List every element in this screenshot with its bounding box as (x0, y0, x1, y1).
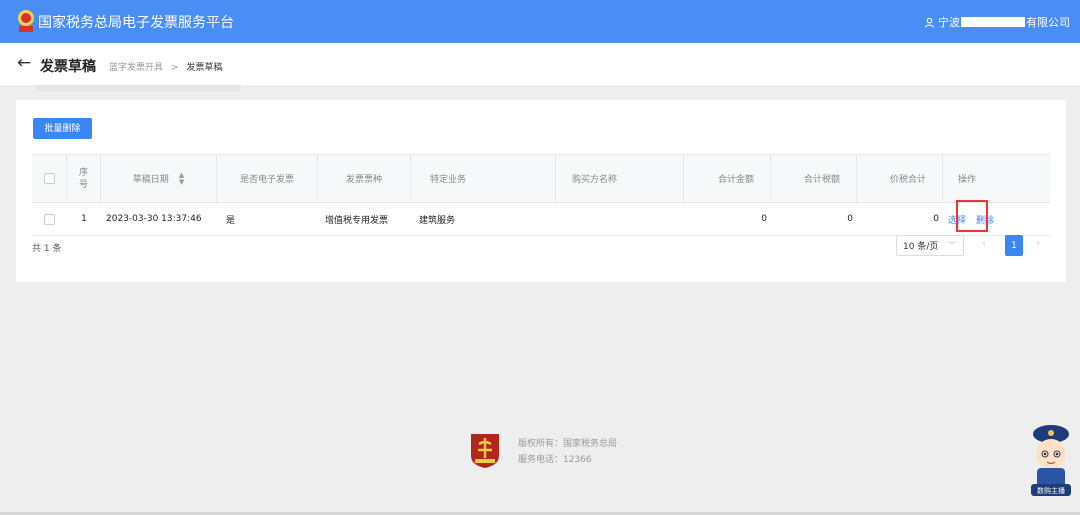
draft-list-card: 批量删除 序号 草稿日期 ▲ ▼ 是否电子发票 发票票种 特定业务 购买方名称 … (16, 100, 1066, 282)
row-buyer-name (556, 203, 684, 235)
column-header-buyer-name: 购买方名称 (556, 155, 684, 202)
breadcrumb-separator: > (170, 63, 179, 73)
column-header-invoice-type: 发票票种 (318, 155, 411, 202)
column-header-special-business: 特定业务 (411, 155, 556, 202)
site-title: 国家税务总局电子发票服务平台 (38, 15, 234, 31)
column-header-total-tax: 合计税额 (771, 155, 857, 202)
prev-page-icon[interactable]: ‹ (982, 238, 986, 249)
row-is-electronic: 是 (226, 215, 236, 226)
row-date: 2023-03-30 13:37:46 (106, 214, 202, 224)
page-title-bar: ← 发票草稿 蓝字发票开具 > 发票草稿 (0, 43, 1080, 85)
copyright-text: 版权所有：国家税务总局 (518, 439, 618, 449)
breadcrumb-item-blue-invoice[interactable]: 蓝字发票开具 (109, 63, 163, 73)
mascot-label: 数购主播 (1037, 486, 1065, 495)
user-name-prefix: 宁波 (938, 16, 960, 29)
row-index: 1 (81, 214, 87, 224)
next-page-icon[interactable]: › (1036, 238, 1040, 249)
column-header-date[interactable]: 草稿日期 ▲ ▼ (101, 155, 217, 202)
tax-bureau-emblem-icon (471, 434, 499, 468)
select-all-checkbox[interactable] (43, 173, 55, 184)
page-size-value: 10 条/页 (903, 242, 939, 252)
row-total-amount: 0 (761, 214, 767, 224)
column-header-actions: 操作 (958, 175, 977, 185)
service-phone-text: 服务电话：12366 (518, 455, 592, 465)
redacted-name (961, 17, 1025, 27)
row-checkbox[interactable] (44, 213, 55, 225)
user-icon (924, 17, 935, 28)
collapsed-panel-edge (35, 85, 241, 91)
row-total-tax: 0 (847, 214, 853, 224)
page-size-select[interactable]: 10 条/页 ﹀ (896, 235, 964, 256)
column-header-total-amount: 合计金额 (684, 155, 771, 202)
sort-icon[interactable]: ▲ ▼ (179, 171, 184, 186)
mascot-assistant-icon[interactable]: 数购主播 (1027, 420, 1075, 498)
row-invoice-type: 增值税专用发票 (325, 215, 389, 226)
page-title: 发票草稿 (40, 59, 96, 75)
top-header: 国家税务总局电子发票服务平台 宁波 有限公司 (0, 0, 1080, 43)
chevron-down-icon: ﹀ (948, 241, 956, 250)
row-special-business: 建筑服务 (419, 215, 456, 226)
column-header-is-electronic: 是否电子发票 (217, 155, 318, 202)
table-header: 序号 草稿日期 ▲▼ 是否电子发票 发票票种 特定业务 购买方名称 合计金额 (32, 154, 1050, 203)
breadcrumb-item-current: 发票草稿 (186, 63, 223, 73)
back-arrow-icon[interactable]: ← (17, 53, 31, 73)
row-total-with-tax: 0 (933, 214, 939, 224)
column-header-total-with-tax: 价税合计 (857, 155, 943, 202)
user-account-menu[interactable]: 宁波 有限公司 (924, 14, 1070, 30)
header-select-all (32, 155, 67, 202)
row-select-cell (32, 203, 67, 235)
user-name-suffix: 有限公司 (1026, 16, 1070, 29)
footer-info: 版权所有：国家税务总局 服务电话：12366 (518, 436, 617, 468)
tax-emblem-logo-icon (18, 10, 34, 32)
total-count: 共 1 条 (32, 244, 62, 254)
page-number-current[interactable]: 1 (1005, 235, 1023, 256)
table-row: 1 2023-03-30 13:37:46 是 增值税专用发票 建筑服务 0 0… (32, 200, 1050, 236)
column-header-index: 序号 (67, 155, 101, 202)
batch-delete-button[interactable]: 批量删除 (33, 118, 92, 139)
breadcrumb: 蓝字发票开具 > 发票草稿 (109, 60, 222, 73)
select-highlight-box (956, 200, 988, 232)
